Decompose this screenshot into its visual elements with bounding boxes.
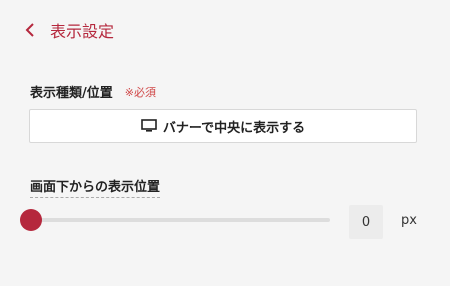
position-label: 画面下からの表示位置 bbox=[30, 176, 161, 198]
required-badge: ※必須 bbox=[124, 85, 156, 99]
header: 表示設定 bbox=[20, 18, 114, 42]
slider-track[interactable] bbox=[28, 218, 330, 222]
monitor-icon bbox=[141, 119, 157, 133]
position-slider[interactable] bbox=[20, 208, 330, 232]
slider-thumb[interactable] bbox=[20, 209, 42, 231]
display-type-button[interactable]: バナーで中央に表示する bbox=[29, 109, 417, 143]
page-title: 表示設定 bbox=[50, 22, 115, 41]
position-value-field[interactable]: 0 bbox=[349, 205, 383, 239]
chevron-left-icon[interactable] bbox=[20, 20, 40, 40]
display-settings-panel: 表示設定 表示種類/位置 ※必須 バナーで中央に表示する 画面下からの表示位置 … bbox=[0, 0, 450, 286]
display-type-button-label: バナーで中央に表示する bbox=[162, 120, 306, 136]
display-type-label-row: 表示種類/位置 ※必須 bbox=[30, 82, 156, 102]
position-unit: px bbox=[401, 213, 417, 228]
display-type-label: 表示種類/位置 bbox=[30, 86, 113, 101]
